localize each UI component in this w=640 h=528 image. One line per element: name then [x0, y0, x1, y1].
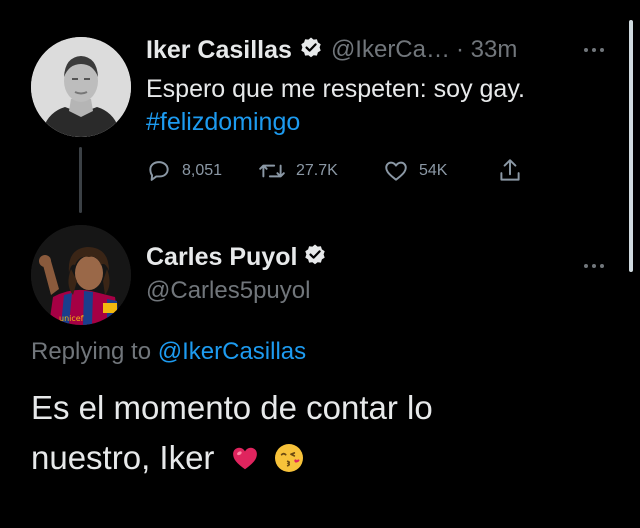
like-action[interactable]: 54K [383, 158, 447, 184]
kiss-emoji-icon [273, 438, 305, 472]
reply-action[interactable]: 8,051 [146, 158, 222, 184]
thread-connector-line [79, 147, 82, 213]
avatar-portrait-image: unicef [31, 225, 131, 325]
tweet-timestamp[interactable]: · 33m [456, 36, 517, 64]
share-icon [500, 159, 520, 181]
more-icon[interactable] [583, 38, 605, 59]
heart-emoji-icon [230, 437, 260, 470]
tweet-text: Espero que me respeten: soy gay. #felizd… [146, 73, 616, 139]
tweet-body-line-1: Es el momento de contar lo [31, 389, 433, 426]
author-name[interactable]: Iker Casillas [146, 36, 292, 65]
avatar-iker-casillas[interactable] [31, 37, 131, 137]
share-action[interactable] [497, 157, 523, 185]
author-handle[interactable]: @Carles5puyol [146, 277, 310, 305]
tweet-body: Espero que me respeten: soy gay. [146, 75, 525, 103]
tweet-body-line-2: nuestro, Iker [31, 433, 611, 483]
author-name[interactable]: Carles Puyol [146, 243, 297, 272]
like-count: 54K [419, 162, 448, 179]
parent-tweet[interactable]: Iker Casillas @IkerCa… · 33m Espero que … [0, 0, 640, 213]
retweet-count: 27.7K [296, 162, 338, 179]
replying-to-link[interactable]: @IkerCasillas [158, 338, 306, 365]
svg-text:unicef: unicef [59, 314, 84, 323]
tweet-text: Es el momento de contar lo nuestro, Iker [31, 383, 611, 483]
reply-tweet[interactable]: unicef Carles Puyol @Carles5puyol Replyi… [0, 213, 640, 528]
reply-icon [149, 161, 169, 181]
tweet-header: Iker Casillas @IkerCa… · 33m [146, 34, 517, 66]
avatar-portrait-image [31, 37, 131, 137]
more-icon[interactable] [583, 254, 605, 275]
retweet-icon [259, 164, 285, 178]
like-icon [385, 161, 407, 181]
verified-badge-icon [299, 36, 323, 65]
tweet-header: Carles Puyol [146, 241, 327, 273]
replying-label: Replying to [31, 338, 152, 365]
reply-count: 8,051 [182, 162, 223, 179]
verified-badge-icon [303, 243, 327, 272]
hashtag-link[interactable]: #felizdomingo [146, 106, 616, 139]
retweet-action[interactable]: 27.7K [258, 158, 338, 184]
tweet-body-line-2-text: nuestro, Iker [31, 439, 215, 476]
author-handle[interactable]: @IkerCa… [331, 36, 450, 64]
avatar-carles-puyol[interactable]: unicef [31, 225, 131, 325]
replying-to-line: Replying to @IkerCasillas [31, 338, 306, 366]
